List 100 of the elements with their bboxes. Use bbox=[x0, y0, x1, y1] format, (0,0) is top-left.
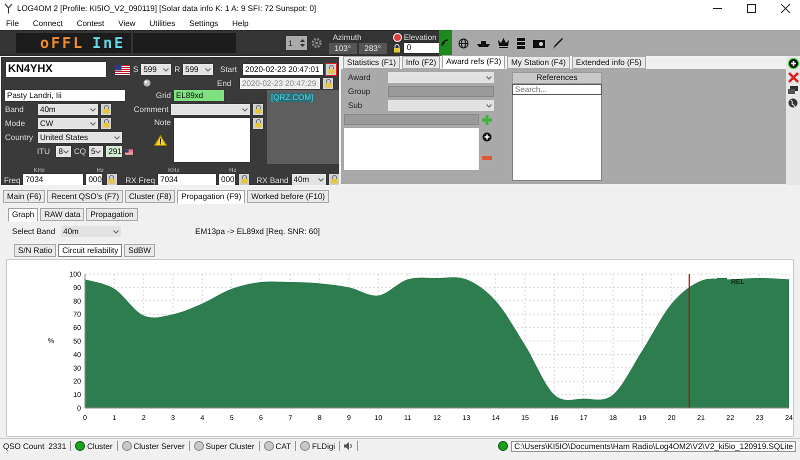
field-label: Comment bbox=[133, 105, 168, 114]
tab[interactable]: Award refs (F3) bbox=[442, 55, 506, 69]
indicator-label: Cluster Server bbox=[134, 442, 185, 450]
path-label: EM13pa -> EL89xd [Req. SNR: 60] bbox=[195, 227, 320, 236]
rst-received-select[interactable]: 599 bbox=[183, 64, 214, 76]
tab[interactable]: Worked before (F10) bbox=[247, 190, 329, 203]
note-field[interactable] bbox=[174, 118, 250, 162]
globe-icon[interactable] bbox=[788, 98, 798, 108]
tab[interactable]: RAW data bbox=[40, 208, 84, 221]
hz-field[interactable]: 000 bbox=[86, 174, 102, 185]
tab[interactable]: Graph bbox=[8, 208, 38, 222]
radio-icon[interactable] bbox=[533, 38, 545, 48]
mode-button[interactable]: Circuit reliability bbox=[58, 244, 122, 257]
gear-icon[interactable] bbox=[311, 37, 323, 49]
references-list[interactable] bbox=[512, 95, 602, 181]
lock-icon[interactable] bbox=[392, 44, 401, 53]
indicator-label: Cluster bbox=[87, 442, 112, 450]
field-label: Mode bbox=[5, 119, 26, 128]
warning-icon bbox=[154, 135, 167, 146]
grid-field[interactable]: EL89xd bbox=[174, 90, 224, 101]
tab[interactable]: Extended info (F5) bbox=[572, 56, 646, 69]
field-label: S bbox=[133, 65, 138, 74]
caret-icon bbox=[486, 104, 492, 108]
caret-icon bbox=[318, 178, 324, 182]
menu-item[interactable]: Settings bbox=[189, 18, 218, 28]
itu-select[interactable]: 8 bbox=[56, 146, 71, 157]
caret-icon bbox=[163, 68, 170, 72]
azimuth-button[interactable]: 283° bbox=[358, 42, 387, 54]
display-text: oFFL bbox=[40, 34, 84, 52]
add-icon[interactable] bbox=[788, 58, 798, 69]
field-label: Country bbox=[5, 133, 34, 142]
menu-item[interactable]: View bbox=[118, 18, 136, 28]
field-label: Band bbox=[5, 105, 25, 114]
menu-item[interactable]: Help bbox=[232, 18, 249, 28]
app-icon bbox=[4, 2, 13, 14]
band-select[interactable]: 40m bbox=[38, 104, 98, 115]
hz-field[interactable]: 000 bbox=[219, 174, 236, 185]
tab[interactable]: Recent QSO's (F7) bbox=[47, 190, 123, 203]
start-time-field[interactable]: 2020-02-23 20:47:01 bbox=[243, 64, 324, 76]
azimuth-button[interactable]: 103° bbox=[328, 42, 357, 54]
globe-icon[interactable] bbox=[458, 38, 469, 48]
lock-icon[interactable] bbox=[323, 78, 333, 89]
mode-button[interactable]: S/N Ratio bbox=[14, 244, 56, 257]
speaker-icon[interactable] bbox=[344, 442, 354, 450]
tab[interactable]: Propagation (F9) bbox=[177, 190, 246, 204]
caret-icon bbox=[486, 76, 492, 80]
field-label: Select Band bbox=[12, 227, 56, 236]
field-label: Grid bbox=[154, 91, 171, 100]
tab[interactable]: My Station (F4) bbox=[507, 56, 570, 69]
add-circle-icon[interactable] bbox=[482, 132, 492, 142]
rx-band-select[interactable]: 40m bbox=[292, 174, 326, 185]
caret-icon bbox=[242, 108, 248, 112]
name-field[interactable]: Pasty Landri, Iii bbox=[5, 90, 125, 101]
frequency-field[interactable]: 7034 bbox=[158, 174, 216, 185]
field-label: CQ bbox=[74, 147, 86, 156]
menu-item[interactable]: Connect bbox=[32, 18, 63, 28]
field-label: ITU bbox=[37, 147, 51, 156]
ship-icon[interactable] bbox=[477, 39, 490, 47]
tab[interactable]: Statistics (F1) bbox=[343, 56, 400, 69]
database-path: C:\Users\KI5IO\Documents\Ham Radio\Log4OM2\V2\V2_ki5io_120919.SQLite bbox=[511, 440, 796, 452]
delete-icon[interactable] bbox=[788, 72, 798, 83]
cq-select[interactable]: 5 bbox=[88, 146, 104, 157]
menu-item[interactable]: File bbox=[6, 18, 19, 28]
group-field[interactable] bbox=[388, 86, 494, 97]
field-label: R bbox=[174, 65, 180, 74]
band-select[interactable]: 40m bbox=[61, 226, 122, 237]
lock-icon[interactable] bbox=[106, 174, 117, 185]
indicator-label: FLDigi bbox=[312, 442, 336, 450]
field-label: RX Freq bbox=[125, 176, 156, 185]
tab[interactable]: Info (F2) bbox=[402, 56, 440, 69]
menu-item[interactable]: Contest bbox=[76, 18, 104, 28]
menu-item[interactable]: Utilities bbox=[149, 18, 176, 28]
callsign-field[interactable]: KN4YHX bbox=[6, 62, 106, 78]
field-label: Group bbox=[347, 87, 372, 96]
signal-button[interactable] bbox=[438, 30, 452, 56]
rst-sent-select[interactable]: 599 bbox=[141, 64, 172, 76]
crown-icon[interactable] bbox=[498, 38, 509, 48]
rotator-spinner[interactable]: 1 bbox=[286, 36, 308, 50]
search-field[interactable]: Search... bbox=[512, 84, 602, 95]
window-title: LOG4OM 2 [Profile: KI5IO_V2_090119] [Solar data info K: 1 A: 9 SFI: 72 Sunspot: 0] bbox=[17, 4, 318, 12]
mode-select[interactable]: CW bbox=[38, 118, 98, 129]
caret-icon bbox=[95, 150, 102, 154]
frequency-field[interactable]: 7034 bbox=[23, 174, 84, 185]
lock-icon[interactable] bbox=[239, 174, 250, 185]
stop-icon[interactable] bbox=[392, 33, 402, 42]
field-label: Start bbox=[220, 65, 238, 74]
indicator-label: Super Cluster bbox=[206, 442, 255, 450]
elevation-field[interactable]: 0 bbox=[404, 43, 439, 53]
server-icon[interactable] bbox=[517, 38, 525, 48]
chat-icon[interactable] bbox=[788, 86, 798, 95]
mode-button[interactable]: SdBW bbox=[124, 244, 155, 257]
tab[interactable]: Propagation bbox=[86, 208, 138, 221]
field-label: End bbox=[217, 78, 232, 88]
country-select[interactable]: United States bbox=[38, 132, 122, 143]
field-label: Freq bbox=[4, 176, 20, 185]
tab[interactable]: Cluster (F8) bbox=[125, 190, 176, 203]
pen-icon[interactable] bbox=[553, 38, 563, 48]
references-header: References bbox=[512, 72, 602, 84]
reference-field[interactable] bbox=[344, 114, 479, 125]
tab[interactable]: Main (F6) bbox=[3, 190, 46, 203]
